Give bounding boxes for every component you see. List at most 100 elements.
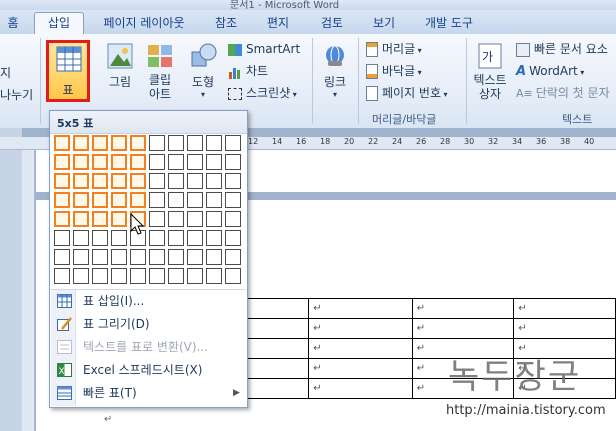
table-grid-cell[interactable] [92,192,108,208]
table-grid-cell[interactable] [54,192,70,208]
table-grid-cell[interactable] [225,135,241,151]
table-grid-cell[interactable] [206,249,222,265]
table-grid-cell[interactable] [130,135,146,151]
table-grid-cell[interactable] [111,154,127,170]
table-grid-cell[interactable] [54,230,70,246]
table-cell[interactable]: ↵ [308,358,413,379]
table-grid-cell[interactable] [92,154,108,170]
table-grid-cell[interactable] [54,249,70,265]
table-grid-cell[interactable] [73,268,89,284]
table-grid-cell[interactable] [130,192,146,208]
table-grid-cell[interactable] [187,135,203,151]
table-grid-cell[interactable] [73,192,89,208]
table-grid-cell[interactable] [149,154,165,170]
table-grid-cell[interactable] [111,192,127,208]
tab-mailings[interactable]: 편지 [258,14,298,34]
tab-view[interactable]: 보기 [364,14,404,34]
page-break-button[interactable]: 나누기 [0,86,33,104]
table-grid-cell[interactable] [54,154,70,170]
table-grid-cell[interactable] [54,173,70,189]
table-grid-cell[interactable] [225,154,241,170]
table-grid-cell[interactable] [92,173,108,189]
table-grid-cell[interactable] [187,173,203,189]
table-cell[interactable]: ↵ [411,298,515,319]
table-grid-cell[interactable] [206,173,222,189]
table-grid-cell[interactable] [92,135,108,151]
clipart-button[interactable]: 클립 아트 [143,42,177,101]
smartart-button[interactable]: SmartArt [228,40,300,58]
table-grid-cell[interactable] [225,230,241,246]
table-grid-cell[interactable] [130,173,146,189]
vertical-ruler[interactable] [22,150,35,431]
table-grid-cell[interactable] [206,268,222,284]
tab-home[interactable]: 홈 [2,14,24,34]
tab-review[interactable]: 검토 [312,14,352,34]
table-button[interactable]: 표 [46,40,90,102]
table-grid-cell[interactable] [92,268,108,284]
table-cell[interactable]: ↵ [308,378,413,399]
table-grid-cell[interactable] [187,268,203,284]
table-grid-cell[interactable] [168,230,184,246]
table-grid-cell[interactable] [206,154,222,170]
table-grid-cell[interactable] [54,268,70,284]
page-number-button[interactable]: 페이지 번호 ▾ [366,84,448,102]
table-grid-cell[interactable] [225,173,241,189]
table-cell[interactable]: ↵ [513,298,616,319]
footer-button[interactable]: 바닥글 ▾ [366,62,422,80]
menu-item-convert-text-to-table[interactable]: 텍스트를 표로 변환(V)... [51,337,246,358]
wordart-button[interactable]: A WordArt ▾ [516,62,584,80]
table-grid-cell[interactable] [92,249,108,265]
table-grid-cell[interactable] [73,154,89,170]
table-grid-cell[interactable] [111,173,127,189]
table-grid-cell[interactable] [187,154,203,170]
table-grid-cell[interactable] [111,268,127,284]
picture-button[interactable]: 그림 [104,42,136,90]
table-grid-cell[interactable] [149,192,165,208]
table-grid-cell[interactable] [149,268,165,284]
shapes-button[interactable]: 도형 ▾ [186,42,220,99]
table-grid-cell[interactable] [73,230,89,246]
menu-item-insert-table[interactable]: 표 삽입(I)... [51,291,246,312]
table-grid-cell[interactable] [187,192,203,208]
link-button[interactable]: 링크 ▾ [320,44,350,99]
header-button[interactable]: 머리글 ▾ [366,40,422,58]
drop-cap-button[interactable]: A≡ 단락의 첫 문자 [516,84,610,102]
table-grid-cell[interactable] [206,211,222,227]
table-grid-cell[interactable] [168,211,184,227]
table-grid-cell[interactable] [111,249,127,265]
table-grid-cell[interactable] [168,249,184,265]
menu-item-quick-tables[interactable]: 빠른 표(T) ▶ [51,383,246,404]
table-grid-cell[interactable] [168,135,184,151]
table-grid-cell[interactable] [149,173,165,189]
table-grid-cell[interactable] [111,230,127,246]
table-grid-cell[interactable] [92,211,108,227]
table-grid-cell[interactable] [130,268,146,284]
table-grid-cell[interactable] [187,211,203,227]
table-cell[interactable]: ↵ [513,318,616,339]
menu-item-excel-spreadsheet[interactable]: X Excel 스프레드시트(X) [51,360,246,381]
menu-item-draw-table[interactable]: 표 그리기(D) [51,314,246,335]
table-grid-cell[interactable] [92,230,108,246]
table-grid-cell[interactable] [73,135,89,151]
table-grid-cell[interactable] [206,135,222,151]
table-grid-cell[interactable] [54,135,70,151]
screenshot-button[interactable]: 스크린샷 ▾ [228,84,297,102]
table-grid-cell[interactable] [54,211,70,227]
table-grid-cell[interactable] [73,173,89,189]
table-grid-cell[interactable] [111,135,127,151]
quick-parts-button[interactable]: 빠른 문서 요소 [516,40,608,58]
table-cell[interactable]: ↵ [308,338,413,359]
tab-references[interactable]: 참조 [206,14,246,34]
table-grid-cell[interactable] [149,211,165,227]
table-cell[interactable]: ↵ [411,318,515,339]
textbox-button[interactable]: 가 텍스트 상자 [470,42,510,101]
table-grid-cell[interactable] [111,211,127,227]
tab-page-layout[interactable]: 페이지 레이아웃 [92,14,196,34]
table-grid-cell[interactable] [168,154,184,170]
table-grid-cell[interactable] [168,173,184,189]
tab-developer[interactable]: 개발 도구 [416,14,482,34]
tab-insert[interactable]: 삽입 [34,12,84,35]
table-grid-cell[interactable] [225,249,241,265]
table-grid-cell[interactable] [168,268,184,284]
table-grid-cell[interactable] [187,249,203,265]
